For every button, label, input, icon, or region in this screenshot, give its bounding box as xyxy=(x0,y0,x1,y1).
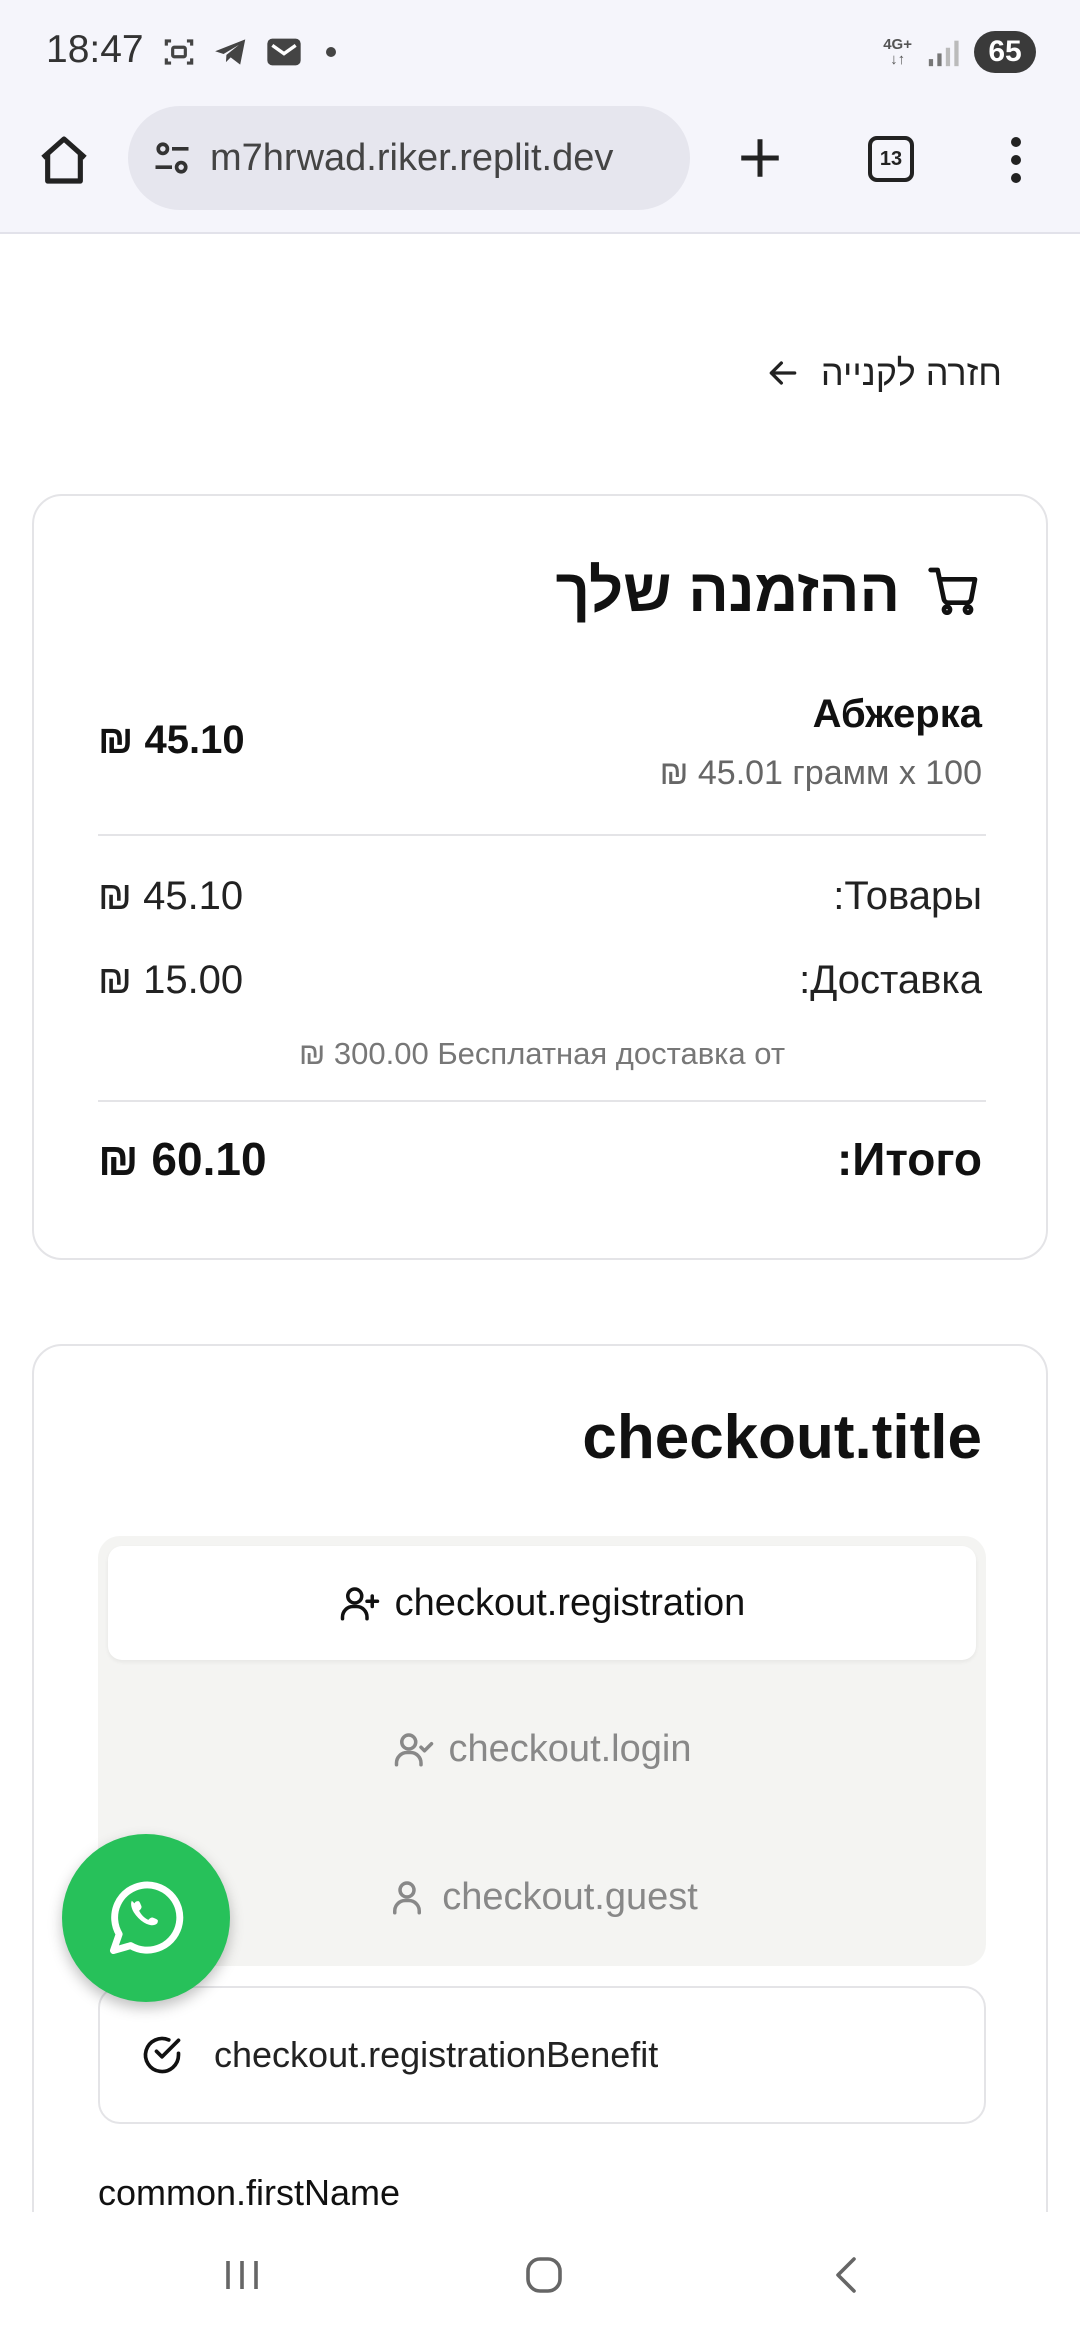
chevron-left-icon xyxy=(836,2257,856,2293)
checkout-title: checkout.title xyxy=(582,1403,982,1472)
tab-registration[interactable]: checkout.registration xyxy=(108,1546,976,1660)
home-icon xyxy=(41,136,87,184)
tab-login-label: checkout.login xyxy=(448,1727,692,1770)
address-bar[interactable]: m7hrwad.riker.replit.dev xyxy=(128,106,690,210)
recent-apps-button[interactable] xyxy=(202,2240,282,2310)
signal-icon xyxy=(928,40,959,67)
home-circle-icon xyxy=(526,2257,562,2293)
item-name: Абжерка xyxy=(812,692,982,736)
user-check-icon xyxy=(394,1733,433,1767)
arrow-left-icon xyxy=(769,361,797,385)
back-link-label: חזרה לקנייה xyxy=(820,352,1002,393)
first-name-label: common.firstName xyxy=(98,2172,401,2213)
delivery-label: :Доставка xyxy=(799,958,982,1002)
back-to-shop-link[interactable]: חזרה לקנייה xyxy=(763,344,1002,402)
divider xyxy=(98,834,986,836)
home-nav-button[interactable] xyxy=(504,2240,584,2310)
screenshot-icon xyxy=(164,39,194,65)
whatsapp-button[interactable] xyxy=(62,1834,230,2002)
item-detail: ₪ 45.01 грамм x 100 xyxy=(659,754,982,792)
shopping-cart-icon xyxy=(928,567,978,615)
new-tab-button[interactable] xyxy=(726,124,794,192)
status-right: 4G+ ↓↑ 65 xyxy=(883,28,1036,76)
tab-registration-label: checkout.registration xyxy=(394,1581,746,1624)
item-price: ₪ 45.10 xyxy=(98,718,245,762)
home-button[interactable] xyxy=(32,128,96,192)
user-icon xyxy=(393,1881,422,1915)
tab-guest[interactable]: checkout.guest xyxy=(108,1840,976,1954)
checkout-card: checkout.title checkout.registration che… xyxy=(32,1344,1048,2340)
total-value: ₪ 60.10 xyxy=(98,1133,267,1185)
battery-indicator: 65 xyxy=(974,31,1036,73)
more-notifications-dot xyxy=(326,47,336,57)
browser-toolbar: m7hrwad.riker.replit.dev 13 xyxy=(0,100,1080,234)
site-settings-icon[interactable] xyxy=(148,134,196,182)
status-time: 18:47 xyxy=(46,28,144,71)
free-delivery-note: ₪ 300.00 Бесплатная доставка от xyxy=(298,1036,786,1071)
delivery-value: ₪ 15.00 xyxy=(98,958,244,1002)
recent-apps-icon xyxy=(226,2261,258,2289)
telegram-icon xyxy=(215,39,246,65)
divider xyxy=(98,1100,986,1102)
goods-label: :Товары xyxy=(833,874,982,918)
tab-guest-label: checkout.guest xyxy=(442,1875,698,1918)
whatsapp-icon xyxy=(109,1881,184,1955)
status-bar: 18:47 4G+ ↓↑ 65 xyxy=(0,0,1080,100)
notification-icons xyxy=(160,30,336,74)
url-text: m7hrwad.riker.replit.dev xyxy=(210,136,614,179)
total-label: :Итого xyxy=(836,1133,982,1185)
user-plus-icon xyxy=(340,1587,379,1621)
order-summary-card: ההזמנה שלך Абжерка ₪ 45.01 грамм x 100 ₪… xyxy=(32,494,1048,1260)
back-nav-button[interactable] xyxy=(808,2240,888,2310)
registration-benefit-notice: checkout.registrationBenefit xyxy=(98,1986,986,2124)
goods-value: ₪ 45.10 xyxy=(98,874,244,918)
order-title-text: ההזמנה שלך xyxy=(555,557,900,624)
plus-icon xyxy=(741,139,779,177)
system-nav-bar xyxy=(0,2212,1080,2340)
network-type: 4G+ ↓↑ xyxy=(883,36,912,68)
registration-benefit-text: checkout.registrationBenefit xyxy=(214,2034,659,2075)
check-circle-icon xyxy=(143,2036,181,2074)
checkout-mode-tabs: checkout.registration checkout.login che… xyxy=(98,1536,986,1966)
browser-menu-button[interactable] xyxy=(996,126,1036,194)
tab-switcher-button[interactable]: 13 xyxy=(868,136,914,182)
order-title: ההזמנה שלך xyxy=(556,556,982,625)
mail-icon xyxy=(267,38,301,66)
tab-login[interactable]: checkout.login xyxy=(108,1692,976,1806)
